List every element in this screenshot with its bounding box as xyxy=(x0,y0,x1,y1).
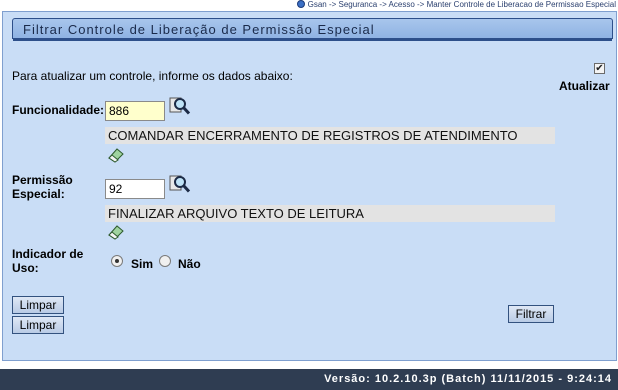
search-icon[interactable] xyxy=(169,96,191,116)
panel-title: Filtrar Controle de Liberação de Permiss… xyxy=(23,22,375,37)
permissao-description: FINALIZAR ARQUIVO TEXTO DE LEITURA xyxy=(105,205,555,222)
panel-title-bar: Filtrar Controle de Liberação de Permiss… xyxy=(12,18,613,41)
indicador-label-line1: Indicador de xyxy=(12,247,84,261)
radio-nao-label: Não xyxy=(178,257,201,271)
breadcrumb-text: Gsan -> Seguranca -> Acesso -> Manter Co… xyxy=(307,0,616,9)
limpar-button[interactable]: Limpar xyxy=(12,296,64,314)
permissao-label: Permissão Especial: xyxy=(12,173,73,201)
breadcrumb: Gsan -> Seguranca -> Acesso -> Manter Co… xyxy=(0,0,618,10)
filter-panel: Filtrar Controle de Liberação de Permiss… xyxy=(2,11,617,361)
permissao-input[interactable] xyxy=(105,179,165,199)
eraser-icon[interactable] xyxy=(107,224,125,240)
funcionalidade-input[interactable] xyxy=(105,101,165,121)
intro-text: Para atualizar um controle, informe os d… xyxy=(12,69,293,83)
help-icon[interactable] xyxy=(296,0,305,8)
permissao-label-line1: Permissão xyxy=(12,173,73,187)
title-underline xyxy=(13,39,612,41)
version-footer: Versão: 10.2.10.3p (Batch) 11/11/2015 - … xyxy=(0,369,618,390)
radio-nao[interactable] xyxy=(159,255,171,267)
limpar-button-2[interactable]: Limpar xyxy=(12,316,64,334)
funcionalidade-label: Funcionalidade: xyxy=(12,103,105,117)
filtrar-button[interactable]: Filtrar xyxy=(508,305,554,323)
funcionalidade-description: COMANDAR ENCERRAMENTO DE REGISTROS DE AT… xyxy=(105,127,555,144)
indicador-label-line2: Uso: xyxy=(12,261,39,275)
radio-sim-label: Sim xyxy=(131,257,154,271)
atualizar-checkbox[interactable]: ✔ xyxy=(594,63,605,74)
atualizar-label: Atualizar xyxy=(559,79,610,93)
permissao-label-line2: Especial: xyxy=(12,187,65,201)
eraser-icon[interactable] xyxy=(107,147,125,163)
indicador-label: Indicador de Uso: xyxy=(12,247,83,275)
radio-sim[interactable] xyxy=(111,255,123,267)
search-icon[interactable] xyxy=(169,174,191,194)
